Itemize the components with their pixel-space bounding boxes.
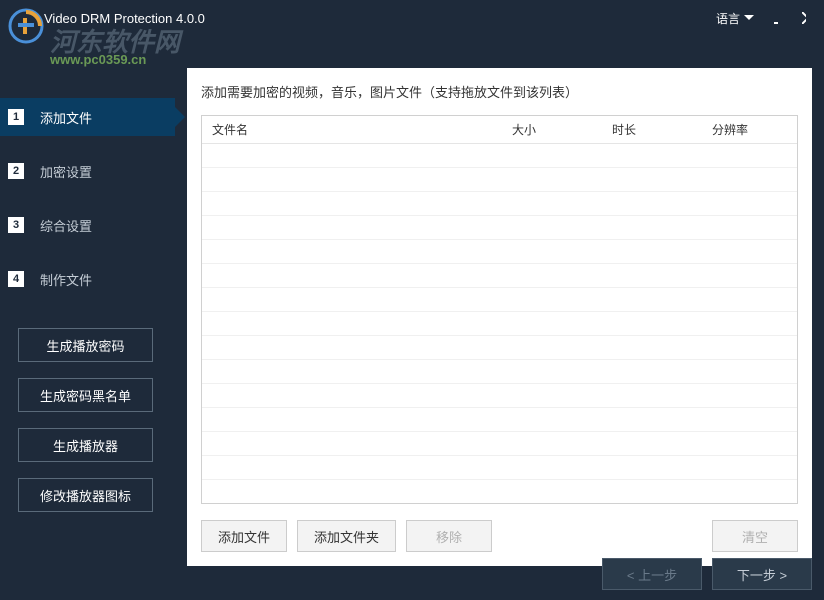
watermark-url: www.pc0359.cn xyxy=(50,52,146,67)
table-row xyxy=(202,336,797,360)
watermark: 河东软件网 www.pc0359.cn xyxy=(8,8,44,47)
table-row xyxy=(202,408,797,432)
file-table[interactable]: 文件名 大小 时长 分辨率 xyxy=(201,115,798,504)
table-row xyxy=(202,144,797,168)
table-row xyxy=(202,216,797,240)
remove-button[interactable]: 移除 xyxy=(406,520,492,552)
home-icon xyxy=(763,77,779,91)
change-player-icon-button[interactable]: 修改播放器图标 xyxy=(18,478,153,512)
generate-player-button[interactable]: 生成播放器 xyxy=(18,428,153,462)
add-file-button[interactable]: 添加文件 xyxy=(201,520,287,552)
table-row xyxy=(202,288,797,312)
chevron-down-icon xyxy=(744,15,754,21)
clear-button[interactable]: 清空 xyxy=(712,520,798,552)
table-row xyxy=(202,192,797,216)
step-general-settings[interactable]: 3 综合设置 xyxy=(0,206,175,244)
column-filename[interactable]: 文件名 xyxy=(202,121,502,138)
column-duration[interactable]: 时长 xyxy=(602,121,702,138)
language-dropdown[interactable]: 语言 xyxy=(712,6,758,31)
column-size[interactable]: 大小 xyxy=(502,121,602,138)
generate-play-code-button[interactable]: 生成播放密码 xyxy=(18,328,153,362)
content-panel: 添加需要加密的视频，音乐，图片文件（支持拖放文件到该列表） 文件名 大小 时长 … xyxy=(187,68,812,566)
step-number: 1 xyxy=(8,109,24,125)
next-button[interactable]: 下一步 > xyxy=(712,558,812,590)
table-row xyxy=(202,264,797,288)
table-row xyxy=(202,168,797,192)
step-number: 4 xyxy=(8,271,24,287)
close-button[interactable] xyxy=(794,8,814,28)
home-link[interactable]: 主页 xyxy=(763,74,810,93)
sidebar: 1 添加文件 2 加密设置 3 综合设置 4 制作文件 生成播放密码 生成密码黑… xyxy=(0,66,175,566)
step-number: 3 xyxy=(8,217,24,233)
table-header: 文件名 大小 时长 分辨率 xyxy=(202,116,797,144)
table-body[interactable] xyxy=(202,144,797,480)
step-label: 加密设置 xyxy=(40,162,92,181)
prev-button[interactable]: < 上一步 xyxy=(602,558,702,590)
table-row xyxy=(202,240,797,264)
step-label: 制作文件 xyxy=(40,270,92,289)
table-row xyxy=(202,432,797,456)
step-label: 添加文件 xyxy=(40,108,92,127)
table-row xyxy=(202,384,797,408)
step-build-files[interactable]: 4 制作文件 xyxy=(0,260,175,298)
generate-blacklist-button[interactable]: 生成密码黑名单 xyxy=(18,378,153,412)
step-label: 综合设置 xyxy=(40,216,92,235)
minimize-button[interactable] xyxy=(766,8,786,28)
minimize-icon xyxy=(774,12,778,24)
instruction-text: 添加需要加密的视频，音乐，图片文件（支持拖放文件到该列表） xyxy=(201,82,798,101)
step-encrypt-settings[interactable]: 2 加密设置 xyxy=(0,152,175,190)
close-icon xyxy=(802,12,806,24)
step-add-files[interactable]: 1 添加文件 xyxy=(0,98,175,136)
table-row xyxy=(202,312,797,336)
table-row xyxy=(202,456,797,480)
column-resolution[interactable]: 分辨率 xyxy=(702,121,797,138)
app-logo-icon xyxy=(8,8,44,44)
step-number: 2 xyxy=(8,163,24,179)
add-folder-button[interactable]: 添加文件夹 xyxy=(297,520,396,552)
table-row xyxy=(202,360,797,384)
